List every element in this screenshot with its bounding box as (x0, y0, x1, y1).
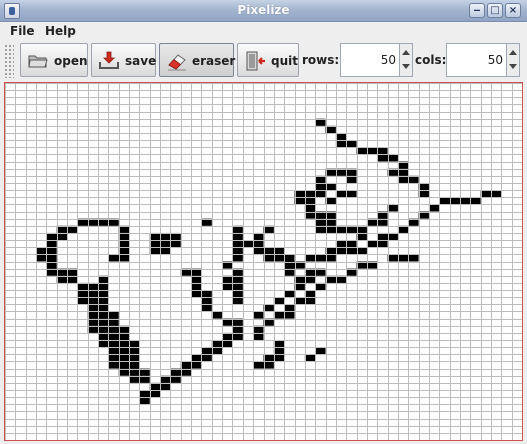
eraser-label: eraser (192, 54, 236, 68)
minimize-button[interactable]: ‒ (469, 3, 485, 18)
filled-pixel[interactable] (118, 240, 130, 248)
filled-pixel[interactable] (294, 297, 316, 305)
filled-pixel[interactable] (232, 232, 243, 241)
filled-pixel[interactable] (149, 232, 181, 241)
cols-decrement-icon[interactable] (509, 64, 517, 69)
filled-pixel[interactable] (46, 232, 68, 241)
filled-pixel[interactable] (377, 232, 398, 241)
save-icon (99, 51, 119, 69)
cols-spinner-arrows (506, 44, 519, 76)
filled-pixel[interactable] (294, 197, 316, 205)
filled-pixel[interactable] (284, 304, 295, 312)
filled-pixel[interactable] (108, 354, 140, 362)
filled-pixel[interactable] (263, 254, 295, 262)
filled-pixel[interactable] (118, 247, 130, 255)
filled-pixel[interactable] (108, 361, 140, 369)
quit-label: quit (271, 54, 298, 68)
filled-pixel[interactable] (201, 297, 212, 305)
rows-spinner-arrows (399, 44, 412, 76)
filled-pixel[interactable] (387, 204, 398, 212)
filled-pixel[interactable] (253, 247, 285, 255)
toolbar-grip[interactable] (4, 44, 14, 78)
menu-file[interactable]: File (10, 24, 35, 38)
filled-pixel[interactable] (232, 254, 243, 262)
filled-pixel[interactable] (294, 190, 326, 198)
filled-pixel[interactable] (253, 361, 274, 369)
folder-icon (28, 55, 48, 68)
filled-pixel[interactable] (480, 190, 502, 198)
title-bar: Pixelize ‒ □ × (0, 0, 527, 22)
maximize-button[interactable]: □ (487, 3, 503, 18)
filled-pixel[interactable] (315, 182, 336, 191)
filled-pixel[interactable] (118, 232, 130, 241)
cols-increment-icon[interactable] (509, 50, 517, 55)
pixel-grid[interactable] (5, 83, 522, 440)
menu-help[interactable]: Help (45, 24, 76, 38)
filled-pixel[interactable] (108, 254, 130, 262)
filled-pixel[interactable] (263, 304, 274, 312)
filled-pixel[interactable] (139, 397, 150, 405)
cols-value[interactable]: 50 (488, 53, 503, 67)
rows-increment-icon[interactable] (402, 50, 410, 55)
filled-pixel[interactable] (273, 340, 285, 348)
filled-pixel[interactable] (232, 297, 243, 305)
filled-pixel[interactable] (356, 232, 367, 241)
filled-pixel[interactable] (377, 154, 398, 162)
cols-label: cols: (415, 53, 447, 67)
filled-pixel[interactable] (273, 347, 285, 355)
filled-pixel[interactable] (98, 340, 140, 348)
filled-pixel[interactable] (418, 190, 429, 198)
filled-pixel[interactable] (325, 197, 336, 205)
save-button[interactable]: save (91, 43, 156, 77)
rows-spinner[interactable]: 50 (340, 43, 413, 77)
filled-pixel[interactable] (304, 254, 336, 262)
close-button[interactable]: × (505, 3, 521, 18)
filled-pixel[interactable] (77, 290, 109, 298)
filled-pixel[interactable] (149, 240, 181, 248)
window-title: Pixelize (237, 3, 290, 17)
save-label: save (125, 54, 157, 68)
filled-pixel[interactable] (439, 197, 481, 205)
filled-pixel[interactable] (87, 311, 119, 319)
eraser-button[interactable]: eraser (159, 43, 236, 77)
filled-pixel[interactable] (304, 204, 316, 212)
filled-pixel[interactable] (304, 354, 316, 362)
filled-pixel[interactable] (356, 147, 388, 155)
filled-pixel[interactable] (232, 290, 243, 298)
filled-pixel[interactable] (428, 204, 440, 212)
filled-pixel[interactable] (335, 132, 347, 141)
cols-spinner[interactable]: 50 (446, 43, 520, 77)
filled-pixel[interactable] (77, 297, 109, 305)
filled-pixel[interactable] (232, 240, 264, 248)
filled-pixel[interactable] (273, 297, 285, 305)
filled-pixel[interactable] (201, 347, 223, 355)
eraser-icon (168, 54, 186, 71)
menu-bar: File Help (0, 22, 527, 40)
filled-pixel[interactable] (211, 311, 223, 319)
rows-value[interactable]: 50 (381, 53, 396, 67)
filled-pixel[interactable] (387, 254, 419, 262)
filled-pixel[interactable] (304, 290, 316, 298)
filled-pixel[interactable] (46, 240, 57, 248)
open-label: open (54, 54, 88, 68)
filled-pixel[interactable] (108, 347, 140, 355)
filled-pixel[interactable] (253, 311, 264, 319)
filled-pixel[interactable] (232, 247, 243, 255)
filled-pixel[interactable] (201, 304, 212, 312)
rows-decrement-icon[interactable] (402, 64, 410, 69)
filled-pixel[interactable] (284, 290, 295, 298)
rows-label: rows: (302, 53, 340, 67)
filled-pixel[interactable] (315, 347, 326, 355)
filled-pixel[interactable] (253, 232, 264, 241)
pixel-canvas[interactable] (4, 82, 523, 441)
filled-pixel[interactable] (263, 354, 285, 362)
open-button[interactable]: open (20, 43, 88, 77)
toolbar: open save eraser quit rows: 50 cols: 50 (0, 40, 527, 82)
exit-door-icon (246, 51, 265, 71)
filled-pixel[interactable] (418, 182, 429, 191)
filled-pixel[interactable] (139, 390, 161, 398)
quit-button[interactable]: quit (237, 43, 299, 77)
